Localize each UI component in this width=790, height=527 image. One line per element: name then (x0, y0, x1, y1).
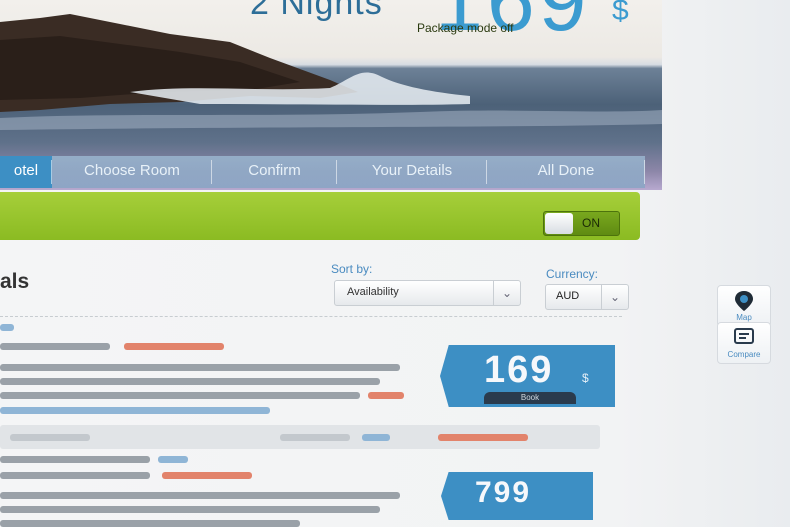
step-confirm[interactable]: Confirm (212, 156, 337, 188)
price-currency: $ (582, 371, 589, 385)
toggle-knob[interactable] (545, 213, 573, 234)
compare-button[interactable]: Compare (717, 322, 771, 364)
price-badge[interactable]: 799 (441, 472, 593, 520)
hotel-description (0, 378, 380, 385)
hotel-name-link[interactable] (0, 456, 150, 463)
show-on-map-link[interactable] (124, 343, 224, 350)
show-on-map-link[interactable] (162, 472, 252, 479)
rate-special (438, 434, 528, 441)
step-all-done[interactable]: All Done (487, 156, 645, 188)
hotel-description (0, 506, 380, 513)
currency-select[interactable]: AUD ⌄ (545, 284, 629, 310)
currency-label: Currency: (546, 267, 599, 281)
book-button[interactable]: Book (484, 392, 576, 404)
more-link[interactable] (368, 392, 404, 399)
hero-nights: 2 Nights (250, 0, 383, 22)
map-label: Map (736, 313, 752, 322)
step-hotel[interactable]: otel (0, 156, 52, 188)
hotel-description (0, 520, 300, 527)
sort-select[interactable]: Availability ⌄ (334, 280, 521, 306)
booking-steps: otel Choose Room Confirm Your Details Al… (0, 156, 645, 188)
compare-icon (734, 328, 754, 344)
hotel-name-link[interactable] (0, 324, 14, 331)
toggle-label: ON (582, 216, 600, 230)
compare-label: Compare (727, 350, 761, 359)
hotel-rating (158, 456, 188, 463)
package-mode-toggle[interactable]: ON (543, 211, 620, 236)
booking-page: 2 Nights 169 $ otel Choose Room Confirm … (0, 0, 790, 527)
price-amount: 169 (484, 349, 554, 391)
hotel-address (0, 472, 150, 479)
package-mode-label: Package mode off (417, 21, 514, 35)
divider (0, 316, 622, 317)
hotel-address (0, 343, 110, 350)
price-amount: 799 (475, 476, 532, 509)
sort-value: Availability (347, 286, 399, 298)
hotel-description (0, 492, 400, 499)
rate-link[interactable] (362, 434, 390, 441)
chevron-down-icon[interactable]: ⌄ (493, 281, 520, 305)
chevron-down-icon[interactable]: ⌄ (601, 285, 628, 309)
sort-label: Sort by: (331, 262, 373, 276)
rate-info (280, 434, 350, 441)
step-choose-room[interactable]: Choose Room (52, 156, 212, 188)
map-button[interactable]: Map (717, 285, 771, 327)
step-your-details[interactable]: Your Details (337, 156, 487, 188)
currency-value: AUD (556, 290, 580, 302)
price-badge[interactable]: 169 $ Book (440, 345, 615, 407)
hotel-description (0, 392, 360, 399)
map-pin-icon (735, 291, 753, 311)
hero-currency: $ (612, 0, 629, 27)
hotel-links[interactable] (0, 407, 270, 414)
hotel-description (0, 364, 400, 371)
deals-title: als (0, 270, 30, 293)
rate-info (10, 434, 90, 441)
